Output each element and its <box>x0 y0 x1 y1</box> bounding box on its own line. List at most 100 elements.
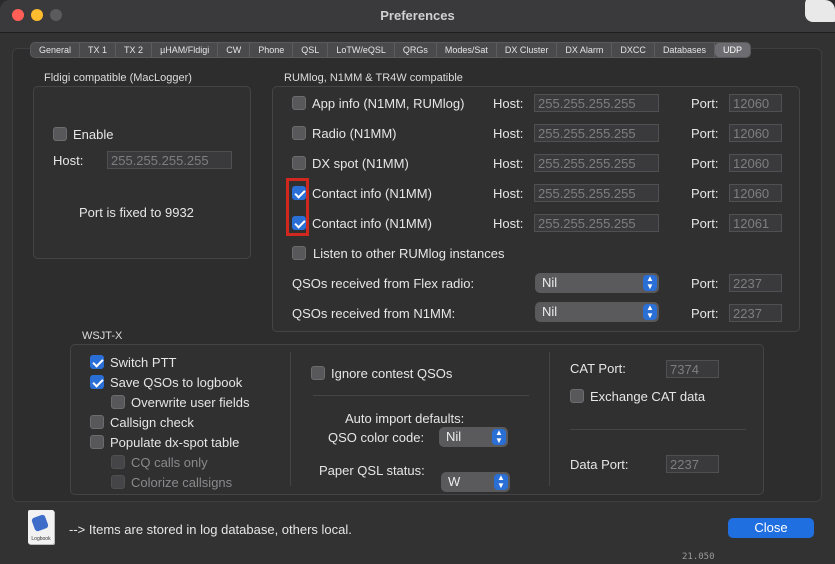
save-qsos-label: Save QSOs to logbook <box>110 375 243 390</box>
listen-checkbox[interactable] <box>292 246 306 260</box>
tab-uham-fldigi[interactable]: µHAM/Fldigi <box>152 43 219 57</box>
rumlog-group-title: RUMlog, N1MM & TR4W compatible <box>284 72 463 84</box>
chevron-updown-icon: ▲ ▼ <box>643 275 657 291</box>
fldigi-host-label: Host: <box>53 153 84 168</box>
tab-phone[interactable]: Phone <box>250 43 294 57</box>
overwrite-checkbox[interactable] <box>111 395 125 409</box>
exchange-cat-label: Exchange CAT data <box>590 389 706 404</box>
contact-info-port-field-2[interactable]: 12061 <box>729 214 782 232</box>
host-label: Host: <box>493 156 524 171</box>
close-button[interactable]: Close <box>728 518 814 538</box>
n1mm-select[interactable]: Nil ▲ ▼ <box>535 302 659 322</box>
tab-tx1[interactable]: TX 1 <box>80 43 117 57</box>
contact-info-label-1: Contact info (N1MM) <box>312 186 432 201</box>
fldigi-group <box>33 86 251 259</box>
ignore-contest-checkbox[interactable] <box>311 366 325 380</box>
port-label: Port: <box>691 96 719 111</box>
tab-bar: General TX 1 TX 2 µHAM/Fldigi CW Phone Q… <box>30 42 751 58</box>
dx-spot-host-field[interactable]: 255.255.255.255 <box>534 154 659 172</box>
colorize-checkbox[interactable] <box>111 475 125 489</box>
paper-qsl-select-value: W <box>448 474 461 489</box>
fldigi-enable-label: Enable <box>73 127 114 142</box>
tab-databases[interactable]: Databases <box>655 43 715 57</box>
fldigi-group-title: Fldigi compatible (MacLogger) <box>44 72 192 84</box>
exchange-cat-checkbox[interactable] <box>570 389 584 403</box>
preferences-window: Preferences General TX 1 TX 2 µHAM/Fldig… <box>0 0 835 564</box>
chevron-updown-icon: ▲ ▼ <box>494 474 508 490</box>
fldigi-enable-checkbox[interactable] <box>53 127 67 141</box>
n1mm-port-field[interactable]: 2237 <box>729 304 782 322</box>
qso-color-label: QSO color code: <box>328 430 425 445</box>
callsign-check-checkbox[interactable] <box>90 415 104 429</box>
save-qsos-checkbox[interactable] <box>90 375 104 389</box>
highlight-annotation <box>286 178 309 236</box>
flex-port-field[interactable]: 2237 <box>729 274 782 292</box>
tab-qsl[interactable]: QSL <box>293 43 329 57</box>
tab-dxcc[interactable]: DXCC <box>612 43 655 57</box>
host-label: Host: <box>493 216 524 231</box>
background-window-corner <box>805 0 835 22</box>
rumlog-group <box>272 86 800 332</box>
populate-checkbox[interactable] <box>90 435 104 449</box>
dx-spot-port-field[interactable]: 12060 <box>729 154 782 172</box>
colorize-label: Colorize callsigns <box>131 475 233 490</box>
title-bar: Preferences <box>0 0 835 33</box>
tab-general[interactable]: General <box>31 43 81 57</box>
paper-qsl-select[interactable]: W ▲ ▼ <box>441 472 510 492</box>
tab-cw[interactable]: CW <box>218 43 251 57</box>
app-info-label: App info (N1MM, RUMlog) <box>312 96 465 111</box>
qso-color-select-value: Nil <box>446 429 462 444</box>
footer-note: --> Items are stored in log database, ot… <box>69 522 352 537</box>
populate-label: Populate dx-spot table <box>110 435 240 450</box>
tab-dx-cluster[interactable]: DX Cluster <box>497 43 558 57</box>
port-label: Port: <box>691 126 719 141</box>
wsjt-divider-right <box>549 352 550 486</box>
overwrite-label: Overwrite user fields <box>131 395 250 410</box>
chevron-updown-icon: ▲ ▼ <box>492 429 506 445</box>
wsjt-divider-cat <box>570 429 746 430</box>
paper-qsl-label: Paper QSL status: <box>319 463 425 478</box>
flex-select-value: Nil <box>542 275 558 290</box>
chevron-updown-icon: ▲ ▼ <box>643 304 657 320</box>
cat-port-field[interactable]: 7374 <box>666 360 719 378</box>
auto-import-label: Auto import defaults: <box>345 411 465 426</box>
fldigi-host-field[interactable]: 255.255.255.255 <box>107 151 232 169</box>
app-info-host-field[interactable]: 255.255.255.255 <box>534 94 659 112</box>
radio-label: Radio (N1MM) <box>312 126 397 141</box>
tab-dx-alarm[interactable]: DX Alarm <box>557 43 613 57</box>
tab-qrgs[interactable]: QRGs <box>395 43 437 57</box>
data-port-label: Data Port: <box>570 457 629 472</box>
wsjt-divider-mid <box>313 395 529 396</box>
app-info-port-field[interactable]: 12060 <box>729 94 782 112</box>
tab-lotw-eqsl[interactable]: LoTW/eQSL <box>328 43 395 57</box>
app-info-checkbox[interactable] <box>292 96 306 110</box>
flex-label: QSOs received from Flex radio: <box>292 276 475 291</box>
contact-info-port-field-1[interactable]: 12060 <box>729 184 782 202</box>
n1mm-label: QSOs received from N1MM: <box>292 306 456 321</box>
cq-only-checkbox[interactable] <box>111 455 125 469</box>
cat-port-label: CAT Port: <box>570 361 626 376</box>
ignore-contest-label: Ignore contest QSOs <box>331 366 453 381</box>
host-label: Host: <box>493 126 524 141</box>
contact-info-label-2: Contact info (N1MM) <box>312 216 432 231</box>
flex-select[interactable]: Nil ▲ ▼ <box>535 273 659 293</box>
tab-tx2[interactable]: TX 2 <box>116 43 153 57</box>
contact-info-host-field-2[interactable]: 255.255.255.255 <box>534 214 659 232</box>
switch-ptt-checkbox[interactable] <box>90 355 104 369</box>
wsjt-group-title: WSJT-X <box>82 330 123 342</box>
wsjt-divider-left <box>290 352 291 486</box>
tab-udp[interactable]: UDP <box>714 43 750 57</box>
tab-modes-sat[interactable]: Modes/Sat <box>437 43 497 57</box>
dx-spot-checkbox[interactable] <box>292 156 306 170</box>
qso-color-select[interactable]: Nil ▲ ▼ <box>439 427 508 447</box>
host-label: Host: <box>493 96 524 111</box>
contact-info-host-field-1[interactable]: 255.255.255.255 <box>534 184 659 202</box>
data-port-field[interactable]: 2237 <box>666 455 719 473</box>
fldigi-port-note: Port is fixed to 9932 <box>79 205 194 220</box>
radio-checkbox[interactable] <box>292 126 306 140</box>
background-frequency-text: 21.050 <box>682 552 715 562</box>
port-label: Port: <box>691 156 719 171</box>
radio-host-field[interactable]: 255.255.255.255 <box>534 124 659 142</box>
callsign-check-label: Callsign check <box>110 415 194 430</box>
radio-port-field[interactable]: 12060 <box>729 124 782 142</box>
